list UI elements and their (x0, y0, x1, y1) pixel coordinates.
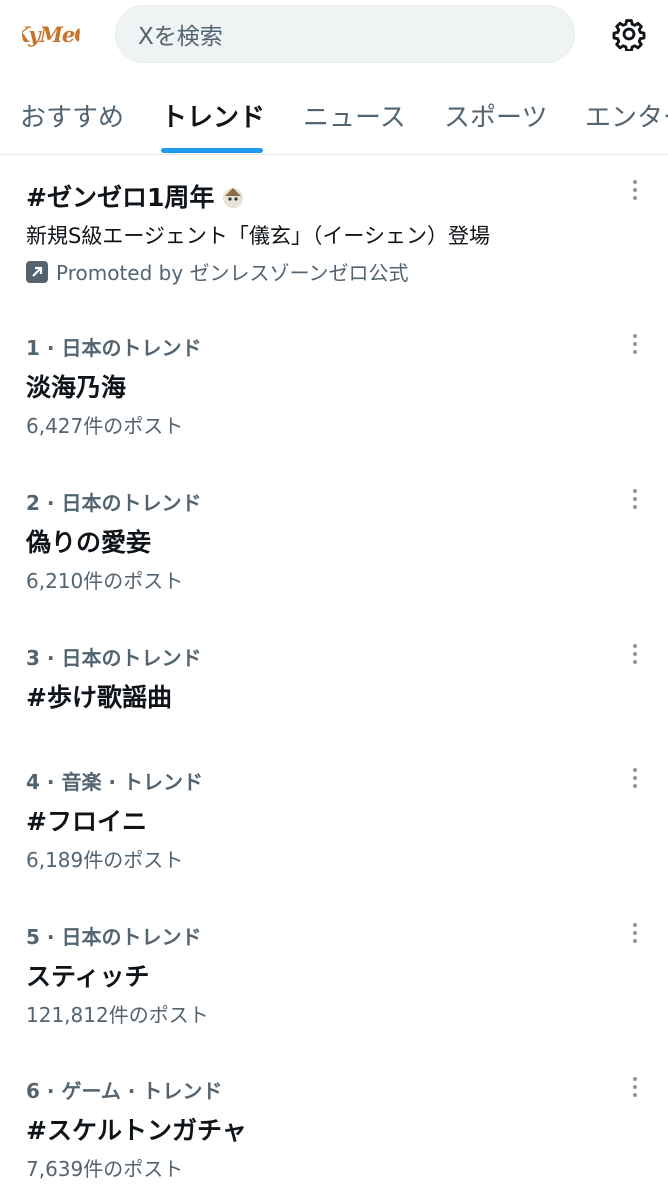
character-emoji-icon (223, 188, 244, 208)
trend-item[interactable]: 6 · ゲーム · トレンド #スケルトンガチャ 7,639件のポスト (0, 1063, 668, 1199)
more-icon[interactable] (624, 763, 646, 793)
trend-item[interactable]: 4 · 音楽 · トレンド #フロイニ 6,189件のポスト (0, 754, 668, 904)
trend-meta: 4 · 音楽 · トレンド (26, 770, 203, 794)
trend-item[interactable]: 3 · 日本のトレンド #歩け歌謡曲 (0, 630, 668, 750)
trend-post-count: 121,812件のポスト (26, 1003, 209, 1027)
promoted-description: 新規S級エージェント「儀玄」（イーシェン）登場 (26, 224, 490, 248)
avatar[interactable]: KyMeC (22, 8, 80, 60)
trend-post-count: 6,427件のポスト (26, 414, 184, 438)
tab-news[interactable]: ニュース (303, 76, 406, 154)
trend-title: 偽りの愛妾 (26, 528, 152, 557)
trend-item[interactable]: 5 · 日本のトレンド スティッチ 121,812件のポスト (0, 909, 668, 1059)
trend-meta: 2 · 日本のトレンド (26, 491, 202, 515)
trend-title: #歩け歌謡曲 (26, 683, 172, 712)
tab-bar: おすすめ トレンド ニュース スポーツ エンター (0, 76, 668, 154)
tab-trends[interactable]: トレンド (161, 76, 265, 154)
trend-title: スティッチ (26, 962, 150, 991)
divider (0, 154, 668, 155)
more-icon[interactable] (624, 329, 646, 359)
trend-meta: 5 · 日本のトレンド (26, 925, 202, 949)
trend-title: 淡海乃海 (26, 373, 127, 402)
trend-item[interactable]: 1 · 日本のトレンド 淡海乃海 6,427件のポスト (0, 320, 668, 470)
more-icon[interactable] (624, 1072, 646, 1102)
trend-post-count: 7,639件のポスト (26, 1157, 184, 1181)
trend-post-count: 6,189件のポスト (26, 848, 184, 872)
avatar-logo: KyMeC (22, 21, 80, 47)
promoted-by[interactable]: Promoted by ゼンレスゾーンゼロ公式 (26, 257, 409, 286)
promoted-arrow-icon (26, 260, 48, 283)
more-icon[interactable] (624, 639, 646, 669)
search-placeholder: Xを検索 (138, 24, 223, 50)
search-input[interactable]: Xを検索 (115, 5, 575, 63)
promoted-trend[interactable]: #ゼンゼロ1周年 新規S級エージェント「儀玄」（イーシェン）登場 Promote… (0, 160, 668, 300)
trend-meta: 6 · ゲーム · トレンド (26, 1079, 223, 1103)
tab-recommended[interactable]: おすすめ (20, 76, 124, 154)
more-icon[interactable] (624, 175, 646, 205)
more-icon[interactable] (624, 484, 646, 514)
trend-meta: 3 · 日本のトレンド (26, 646, 202, 670)
trend-item[interactable]: 2 · 日本のトレンド 偽りの愛妾 6,210件のポスト (0, 475, 668, 625)
trend-title: #スケルトンガチャ (26, 1116, 247, 1145)
trend-post-count: 6,210件のポスト (26, 569, 184, 593)
trend-meta: 1 · 日本のトレンド (26, 336, 202, 360)
more-icon[interactable] (624, 918, 646, 948)
tab-entertainment[interactable]: エンター (585, 76, 668, 154)
top-bar: KyMeC Xを検索 (0, 0, 668, 76)
promoted-title: #ゼンゼロ1周年 (26, 178, 246, 214)
trend-title: #フロイニ (26, 807, 147, 836)
promoted-by-text: Promoted by ゼンレスゾーンゼロ公式 (56, 261, 409, 285)
tab-sports[interactable]: スポーツ (444, 76, 547, 154)
gear-icon[interactable] (608, 13, 650, 55)
active-tab-indicator (161, 148, 263, 153)
promoted-title-text: #ゼンゼロ1周年 (26, 183, 215, 212)
